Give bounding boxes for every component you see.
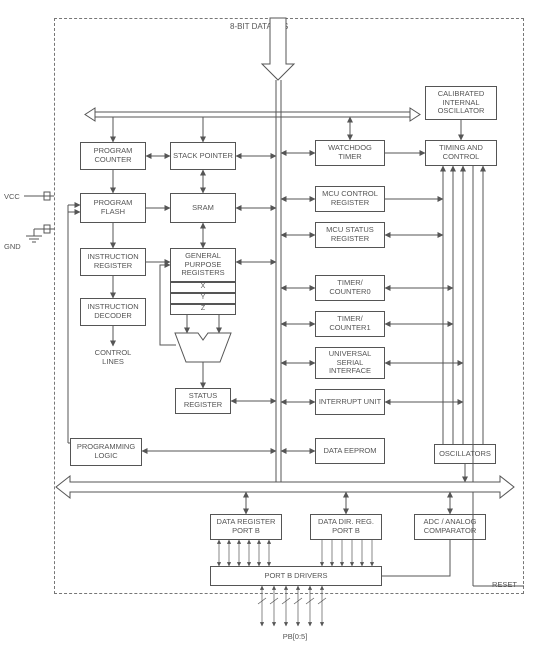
gpr-z: Z [170, 304, 236, 315]
portb-pins-label: PB[0:5] [270, 632, 320, 641]
interrupt-unit: INTERRUPT UNIT [315, 389, 385, 415]
instruction-decoder: INSTRUCTION DECODER [80, 298, 146, 326]
program-counter: PROGRAM COUNTER [80, 142, 146, 170]
gpr-x: X [170, 282, 236, 293]
mcu-status-register: MCU STATUS REGISTER [315, 222, 385, 248]
watchdog-timer: WATCHDOG TIMER [315, 140, 385, 166]
programming-logic: PROGRAMMING LOGIC [70, 438, 142, 466]
control-lines-label: CONTROL LINES [87, 348, 139, 366]
stack-pointer: STACK POINTER [170, 142, 236, 170]
vcc-label: VCC [4, 192, 20, 201]
universal-serial-interface: UNIVERSAL SERIAL INTERFACE [315, 347, 385, 379]
mcu-control-register: MCU CONTROL REGISTER [315, 186, 385, 212]
general-purpose-registers: GENERAL PURPOSE REGISTERS [170, 248, 236, 282]
status-register: STATUS REGISTER [175, 388, 231, 414]
data-dir-reg-port-b: DATA DIR. REG. PORT B [310, 514, 382, 540]
oscillators: OSCILLATORS [434, 444, 496, 464]
data-eeprom: DATA EEPROM [315, 438, 385, 464]
alu-label: ALU [193, 350, 213, 359]
timing-and-control: TIMING AND CONTROL [425, 140, 497, 166]
instruction-register: INSTRUCTION REGISTER [80, 248, 146, 276]
sram: SRAM [170, 193, 236, 223]
gpr-y: Y [170, 293, 236, 304]
gnd-label: GND [4, 242, 21, 251]
databus-label: 8-BIT DATABUS [230, 22, 288, 31]
program-flash: PROGRAM FLASH [80, 193, 146, 223]
port-b-drivers: PORT B DRIVERS [210, 566, 382, 586]
timer-counter1: TIMER/ COUNTER1 [315, 311, 385, 337]
calibrated-internal-oscillator: CALIBRATED INTERNAL OSCILLATOR [425, 86, 497, 120]
data-register-port-b: DATA REGISTER PORT B [210, 514, 282, 540]
timer-counter0: TIMER/ COUNTER0 [315, 275, 385, 301]
adc-analog-comparator: ADC / ANALOG COMPARATOR [414, 514, 486, 540]
reset-label: RESET [492, 580, 517, 589]
